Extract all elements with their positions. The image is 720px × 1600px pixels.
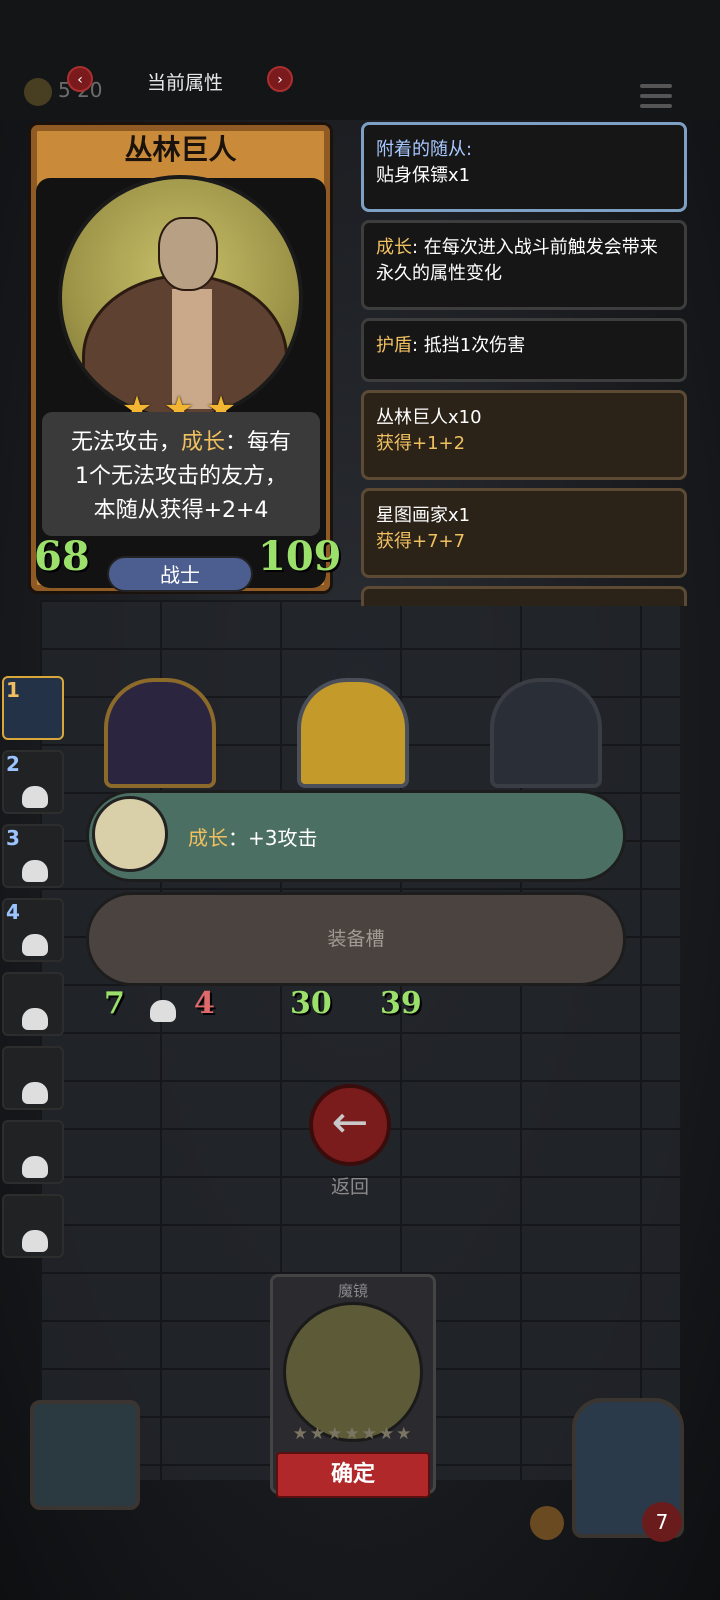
team-slot[interactable]: [2, 1120, 64, 1184]
unit-portrait: [58, 175, 303, 420]
torch-icon[interactable]: [530, 1506, 564, 1540]
board-health: 39: [380, 986, 422, 1021]
growth-effect-text: 成长：+3攻击: [188, 826, 318, 850]
team-slot[interactable]: [2, 972, 64, 1036]
team-slot[interactable]: 3: [2, 824, 64, 888]
skull-icon: [22, 860, 48, 882]
item-portrait: [283, 1302, 423, 1442]
equipment-slot[interactable]: 装备槽: [86, 892, 626, 986]
unit-attack: 68: [34, 533, 90, 580]
skull-icon: [22, 1008, 48, 1030]
board-health: 4: [194, 986, 215, 1021]
board-unit-card[interactable]: [297, 678, 409, 788]
unit-name: 丛林巨人: [124, 133, 237, 166]
team-slot[interactable]: 1: [2, 676, 64, 740]
next-arrow-button[interactable]: ›: [267, 66, 293, 92]
page-title: 当前属性: [146, 72, 223, 94]
board-unit-card[interactable]: [490, 678, 602, 788]
team-slot[interactable]: [2, 1046, 64, 1110]
synergy-panel: 星图画家x1 获得+7+7: [361, 488, 687, 578]
skull-icon: [150, 1000, 176, 1022]
prev-arrow-button[interactable]: ‹: [67, 66, 93, 92]
attached-minion-panel: 附着的随从: 贴身保镖x1: [361, 122, 687, 212]
back-button[interactable]: ←: [309, 1084, 391, 1166]
back-label[interactable]: 返回: [309, 1172, 391, 1199]
skull-icon: [22, 1156, 48, 1178]
menu-icon[interactable]: [640, 84, 672, 114]
board-unit-card[interactable]: [104, 678, 216, 788]
hero-health-badge: 7: [642, 1502, 682, 1542]
skull-icon: [22, 786, 48, 808]
top-bar: [0, 0, 720, 120]
item-name: 魔镜: [337, 1282, 368, 1300]
skull-icon: [22, 1082, 48, 1104]
shield-info-panel: 护盾: 抵挡1次伤害: [361, 318, 687, 382]
unit-class-badge: 战士: [107, 556, 253, 592]
back-arrow-icon: ←: [331, 1097, 369, 1148]
board-attack: 30: [290, 986, 332, 1021]
unit-description: 无法攻击，成长：每有 1个无法攻击的友方， 本随从获得+2+4: [70, 430, 292, 523]
growth-effect-icon: [92, 796, 168, 872]
growth-info-panel: 成长: 在每次进入战斗前触发会带来永久的属性变化: [361, 220, 687, 310]
unit-health: 109: [258, 533, 342, 580]
coin-icon: [24, 78, 52, 106]
deck-icon[interactable]: [30, 1400, 140, 1510]
team-slot[interactable]: [2, 1194, 64, 1258]
team-slot[interactable]: 2: [2, 750, 64, 814]
confirm-button[interactable]: 确定: [276, 1452, 430, 1498]
synergy-panel: 丛林巨人x10 获得+1+2: [361, 390, 687, 480]
team-slot[interactable]: 4: [2, 898, 64, 962]
synergy-panel-partial: [361, 586, 687, 606]
skull-icon: [22, 934, 48, 956]
board-attack: 7: [104, 986, 125, 1021]
item-stars: ★★★★★★★: [292, 1424, 414, 1444]
skull-icon: [22, 1230, 48, 1252]
